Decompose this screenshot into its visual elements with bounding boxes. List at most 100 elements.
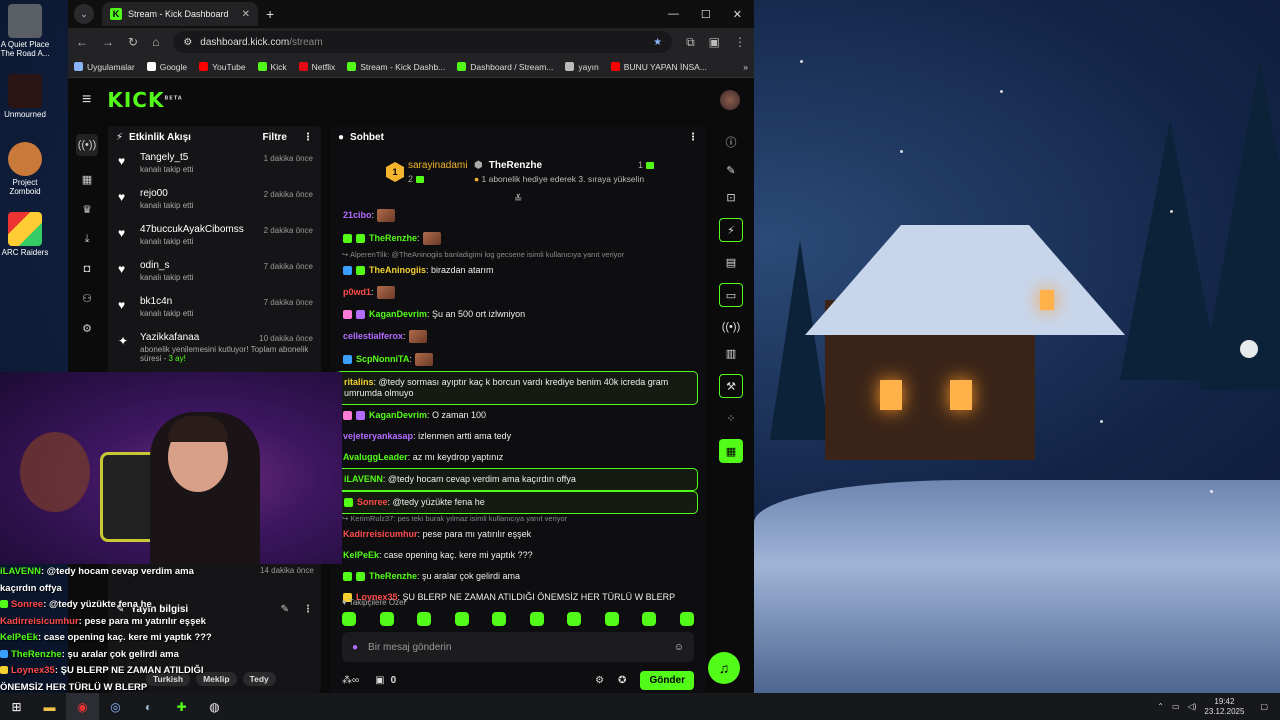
more-options-icon[interactable]: ⋮ <box>303 604 313 615</box>
channel-points-icon[interactable]: ⁂∞ <box>342 675 359 686</box>
bookmark-item[interactable]: Dashboard / Stream... <box>457 62 553 72</box>
minimize-button[interactable]: — <box>668 8 679 21</box>
network-icon[interactable]: ▭ <box>1172 702 1180 711</box>
home-icon[interactable]: ⌂ <box>152 35 159 49</box>
chat-username[interactable]: TheRenzhe <box>369 571 417 581</box>
stream-tag[interactable]: Tedy <box>242 672 276 686</box>
tab-kick-dashboard[interactable]: K Stream - Kick Dashboard ✕ <box>102 2 258 26</box>
users-icon[interactable]: ⚇ <box>82 292 92 305</box>
emote-button[interactable] <box>604 612 619 626</box>
browser-profile-icon[interactable]: ◎ <box>99 693 132 720</box>
hamburger-menu-icon[interactable]: ≡ <box>82 91 91 109</box>
bookmark-item[interactable]: yayın <box>565 62 599 72</box>
windows-start-icon[interactable]: ⊞ <box>0 693 33 720</box>
chat-username[interactable]: vejeteryankasap <box>343 431 413 441</box>
edit-icon[interactable]: ✎ <box>281 604 289 615</box>
tab-search-button[interactable]: ⌄ <box>74 4 94 24</box>
emote-button[interactable] <box>492 612 507 626</box>
broadcast-icon[interactable]: ((•)) <box>76 134 98 156</box>
kick-app-icon[interactable]: ✚ <box>165 693 198 720</box>
extensions-icon[interactable]: ⧉ <box>686 35 695 50</box>
trophy-icon[interactable]: ♛ <box>82 203 92 216</box>
chat-username[interactable]: ScpNonniTA <box>356 354 409 364</box>
gift-box-icon[interactable]: ▣ <box>375 675 384 686</box>
leader-user-1[interactable]: sarayinadami <box>408 160 467 171</box>
emote-button[interactable] <box>567 612 582 626</box>
more-bookmarks-icon[interactable]: » <box>743 62 748 72</box>
back-icon[interactable]: ← <box>76 35 88 49</box>
chat-username[interactable]: TheAninogiis <box>369 265 426 275</box>
bookmark-item[interactable]: Google <box>146 62 187 72</box>
volume-icon[interactable]: ◁) <box>1188 702 1197 711</box>
emote-button[interactable] <box>679 612 694 626</box>
site-info-icon[interactable]: ⚙ <box>183 37 192 48</box>
quick-actions-icon[interactable]: ⚡ <box>719 218 743 242</box>
stats-icon[interactable]: ▦ <box>82 173 92 186</box>
close-tab-icon[interactable]: ✕ <box>242 9 250 20</box>
emote-button[interactable] <box>642 612 657 626</box>
clock[interactable]: 19:42 23.12.2025 <box>1204 697 1244 717</box>
camera-icon[interactable]: ◘ <box>84 263 91 275</box>
close-window-button[interactable]: ✕ <box>733 8 742 21</box>
chat-username[interactable]: KelPeEk <box>343 550 379 560</box>
chat-username[interactable]: p0wd1 <box>343 287 371 297</box>
chevron-up-icon[interactable]: ⌃ <box>1157 702 1164 711</box>
chat-username[interactable]: iLAVENN <box>344 474 383 484</box>
download-icon[interactable]: ⤓ <box>85 233 90 246</box>
emote-button[interactable] <box>342 612 356 626</box>
file-explorer-icon[interactable]: ▬ <box>33 693 66 720</box>
steam-icon[interactable]: ◐ <box>132 693 165 720</box>
layout-icon[interactable]: ▥ <box>726 347 736 360</box>
notifications-icon[interactable]: ▢ <box>1260 702 1268 711</box>
desktop-icon-arc-raiders[interactable]: ARC Raiders <box>0 212 50 257</box>
url-field[interactable]: ⚙ dashboard.kick.com/stream ★ <box>173 31 673 53</box>
leader-user-2[interactable]: ⬢ TheRenzhe <box>474 160 542 171</box>
chat-username[interactable]: AvaluggLeader <box>343 452 408 462</box>
clip-icon[interactable]: ▦ <box>719 439 743 463</box>
forward-icon[interactable]: → <box>102 35 114 49</box>
info-icon[interactable]: ⓘ <box>726 134 737 150</box>
stream-signal-icon[interactable]: ((•)) <box>722 321 741 333</box>
new-tab-button[interactable]: + <box>266 6 274 22</box>
chat-username[interactable]: KaganDevrim <box>369 309 427 319</box>
tools-wrench-icon[interactable]: ⚒ <box>719 374 743 398</box>
chat-username[interactable]: KaganDevrim <box>369 410 427 420</box>
chat-message-input[interactable]: ● Bir mesaj gönderin ☺ <box>342 632 694 662</box>
emote-button[interactable] <box>454 612 469 626</box>
bookmark-star-icon[interactable]: ★ <box>653 37 662 48</box>
support-headset-button[interactable]: ♫ <box>708 652 740 684</box>
chat-toggle-icon[interactable]: ▭ <box>719 283 743 307</box>
bookmark-item[interactable]: Netflix <box>298 62 335 72</box>
chat-username[interactable]: cellestialferox <box>343 331 403 341</box>
chrome-icon[interactable]: ◉ <box>66 693 99 720</box>
bookmark-item[interactable]: Kick <box>257 62 287 72</box>
emote-button[interactable] <box>379 612 394 626</box>
edit-icon[interactable]: ✎ <box>726 164 735 177</box>
chat-options-icon[interactable]: ⋮ <box>688 132 698 143</box>
chat-settings-icon[interactable]: ⚙ <box>595 675 604 686</box>
more-options-icon[interactable]: ⋮ <box>303 132 313 143</box>
notes-icon[interactable]: ▤ <box>726 256 736 269</box>
settings-gear-icon[interactable]: ⚙ <box>82 322 92 335</box>
bookmark-item[interactable]: YouTube <box>199 62 246 72</box>
reload-icon[interactable]: ↻ <box>128 35 138 49</box>
maximize-button[interactable]: ☐ <box>701 8 711 21</box>
menu-icon[interactable]: ⋮ <box>734 35 746 49</box>
emote-button[interactable] <box>417 612 432 626</box>
bookmark-item[interactable]: BUNU YAPAN İNSA... <box>610 62 707 72</box>
bookmark-item[interactable]: Uygulamalar <box>74 62 135 72</box>
desktop-icon-project-zomboid[interactable]: Project Zomboid <box>0 142 50 196</box>
share-icon[interactable]: ⁘ <box>726 412 735 425</box>
profile-icon[interactable]: ▣ <box>709 35 720 49</box>
microphone-icon[interactable]: ● <box>352 642 358 653</box>
chat-username[interactable]: ritalins <box>344 377 374 387</box>
chat-username[interactable]: TheRenzhe <box>369 233 417 243</box>
desktop-icon-a-quiet-place[interactable]: A Quiet Place The Road A... <box>0 4 50 58</box>
emote-button[interactable] <box>529 612 544 626</box>
kick-logo[interactable]: KICKBETA <box>107 88 182 112</box>
chat-username[interactable]: Sonree <box>357 497 388 507</box>
filter-button[interactable]: Filtre <box>263 132 287 143</box>
obs-icon[interactable]: ◍ <box>198 693 231 720</box>
bookmark-item[interactable]: Stream - Kick Dashb... <box>347 62 445 72</box>
avatar[interactable] <box>720 90 740 110</box>
